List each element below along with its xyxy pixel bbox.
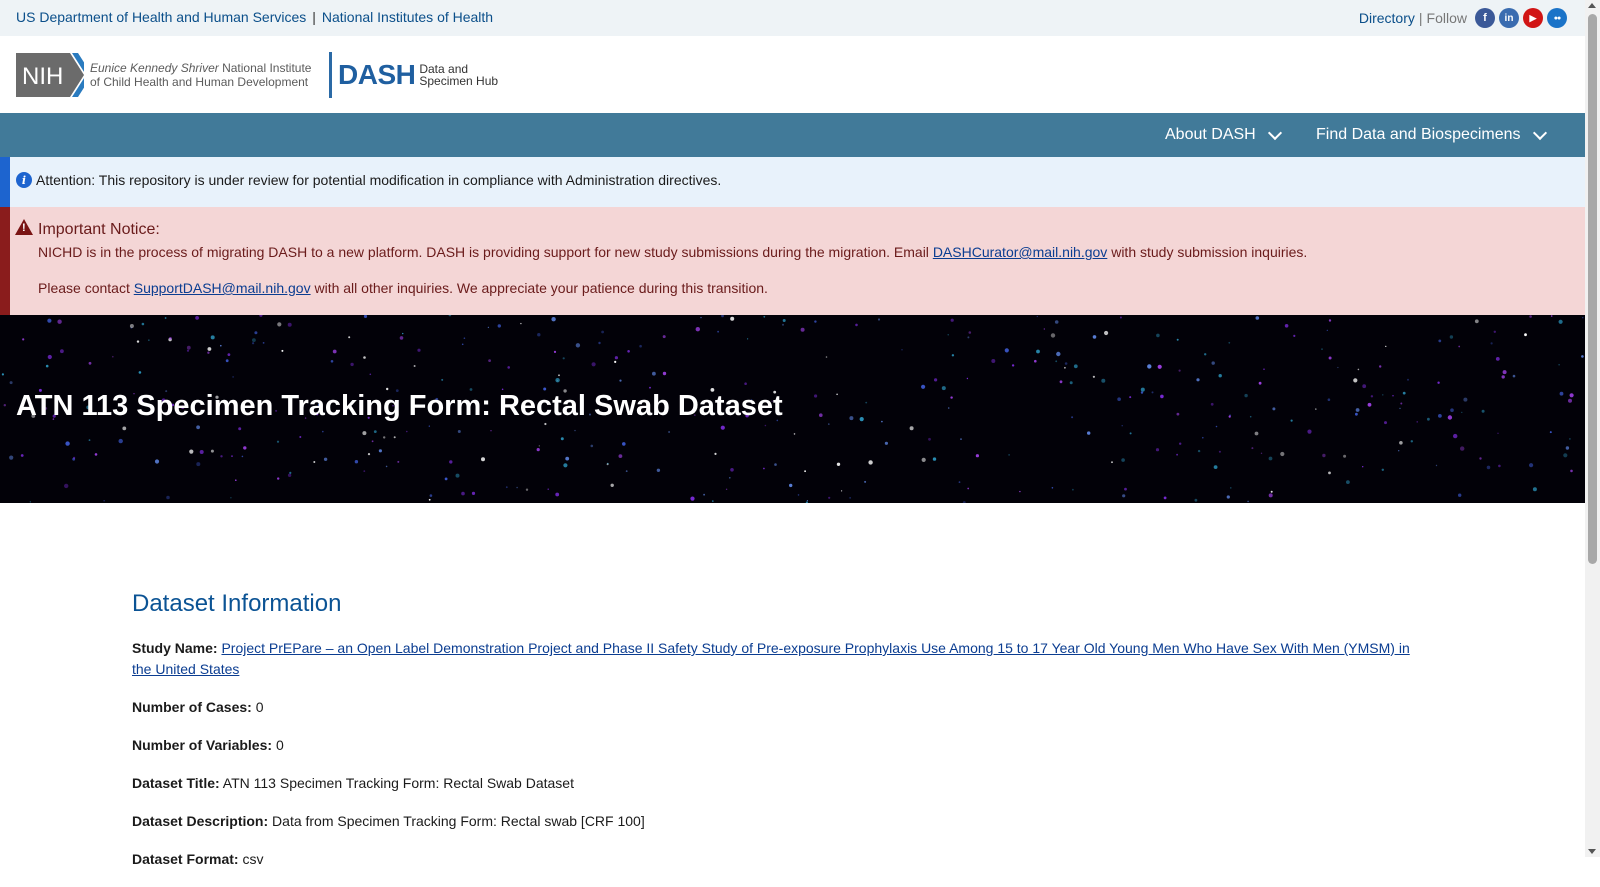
- institute-line1-rest: National Institute: [218, 61, 312, 75]
- notice-line1-after: with study submission inquiries.: [1107, 244, 1308, 260]
- chevron-down-icon: [1532, 125, 1547, 140]
- chevron-down-icon: [1267, 125, 1282, 140]
- notice-line2-after: with all other inquiries. We appreciate …: [310, 280, 768, 296]
- utility-bar: US Department of Health and Human Servic…: [0, 0, 1585, 36]
- scroll-up-icon[interactable]: [1588, 3, 1596, 8]
- dataset-title-field: Dataset Title: ATN 113 Specimen Tracking…: [132, 773, 1432, 794]
- cases-value: 0: [255, 699, 264, 715]
- nichd-logo[interactable]: NIH Eunice Kennedy Shriver National Inst…: [16, 53, 311, 97]
- notice-line1: NICHD is in the process of migrating DAS…: [38, 244, 1307, 260]
- dataset-description-field: Dataset Description: Data from Specimen …: [132, 811, 1432, 832]
- dataset-format-label: Dataset Format:: [132, 851, 239, 867]
- main-nav: About DASH Find Data and Biospecimens: [0, 113, 1585, 157]
- cases-field: Number of Cases: 0: [132, 697, 1432, 718]
- notice-line2-text: Please contact: [38, 280, 134, 296]
- dataset-description-value: Data from Specimen Tracking Form: Rectal…: [272, 813, 645, 829]
- dataset-information: Dataset Information Study Name: Project …: [132, 590, 1432, 887]
- info-icon: i: [16, 172, 32, 188]
- utility-right: Directory | Follow f in ▶ ●●: [1359, 8, 1567, 28]
- separator: |: [312, 9, 316, 25]
- nav-about-label: About DASH: [1165, 126, 1256, 143]
- site-header: NIH Eunice Kennedy Shriver National Inst…: [0, 36, 1585, 113]
- dash-logo-bar: [329, 52, 332, 98]
- variables-label: Number of Variables:: [132, 737, 273, 753]
- warning-icon: !: [15, 219, 33, 235]
- notice-title: Important Notice:: [38, 221, 160, 238]
- attention-message: Attention: This repository is under revi…: [36, 172, 722, 188]
- institute-line1-italic: Eunice Kennedy Shriver: [90, 61, 219, 75]
- attention-banner: i Attention: This repository is under re…: [0, 157, 1585, 207]
- vertical-scrollbar[interactable]: [1585, 0, 1600, 857]
- dataset-format-field: Dataset Format: csv: [132, 849, 1432, 870]
- pipe-separator: |: [1418, 10, 1423, 26]
- follow-label: Follow: [1426, 10, 1467, 26]
- linkedin-icon[interactable]: in: [1499, 8, 1519, 28]
- dash-subtitle-line2: Specimen Hub: [419, 74, 499, 88]
- notice-line2: Please contact SupportDASH@mail.nih.gov …: [38, 280, 768, 296]
- agency-links: US Department of Health and Human Servic…: [16, 9, 493, 25]
- study-name-label: Study Name:: [132, 640, 218, 656]
- cases-label: Number of Cases:: [132, 699, 252, 715]
- page-title: ATN 113 Specimen Tracking Form: Rectal S…: [16, 390, 783, 422]
- variables-field: Number of Variables: 0: [132, 735, 1432, 756]
- scroll-down-icon[interactable]: [1588, 849, 1596, 854]
- important-notice: ! Important Notice: NICHD is in the proc…: [0, 207, 1585, 315]
- hhs-link[interactable]: US Department of Health and Human Servic…: [16, 9, 306, 25]
- nih-mark-icon: NIH: [16, 53, 92, 97]
- nih-mark-text: NIH: [22, 63, 63, 90]
- dataset-title-value: ATN 113 Specimen Tracking Form: Rectal S…: [222, 775, 574, 791]
- dataset-title-label: Dataset Title:: [132, 775, 220, 791]
- nih-link[interactable]: National Institutes of Health: [322, 9, 493, 25]
- nav-about-dash[interactable]: About DASH: [1165, 113, 1282, 157]
- curator-email-link[interactable]: DASHCurator@mail.nih.gov: [933, 244, 1108, 260]
- hero-banner: ATN 113 Specimen Tracking Form: Rectal S…: [0, 315, 1585, 503]
- nav-find-label: Find Data and Biospecimens: [1316, 126, 1521, 143]
- institute-line2: of Child Health and Human Development: [90, 75, 309, 89]
- flickr-icon[interactable]: ●●: [1547, 8, 1567, 28]
- facebook-icon[interactable]: f: [1475, 8, 1495, 28]
- nav-find-data[interactable]: Find Data and Biospecimens: [1316, 113, 1547, 157]
- institute-name: Eunice Kennedy Shriver National Institut…: [90, 61, 311, 89]
- dataset-format-value: csv: [242, 851, 264, 867]
- dataset-heading: Dataset Information: [132, 590, 342, 617]
- dash-logo[interactable]: DASH Data and Specimen Hub: [329, 52, 498, 98]
- dash-wordmark: DASH: [338, 59, 416, 90]
- dash-subtitle: Data and Specimen Hub: [419, 63, 498, 87]
- study-name-field: Study Name: Project PrEPare – an Open La…: [132, 638, 1432, 680]
- dataset-description-label: Dataset Description:: [132, 813, 269, 829]
- variables-value: 0: [275, 737, 284, 753]
- directory-link[interactable]: Directory: [1359, 10, 1415, 26]
- scrollbar-thumb[interactable]: [1588, 14, 1597, 564]
- support-email-link[interactable]: SupportDASH@mail.nih.gov: [134, 280, 311, 296]
- notice-line1-text: NICHD is in the process of migrating DAS…: [38, 244, 933, 260]
- youtube-icon[interactable]: ▶: [1523, 8, 1543, 28]
- study-name-link[interactable]: Project PrEPare – an Open Label Demonstr…: [132, 640, 1410, 677]
